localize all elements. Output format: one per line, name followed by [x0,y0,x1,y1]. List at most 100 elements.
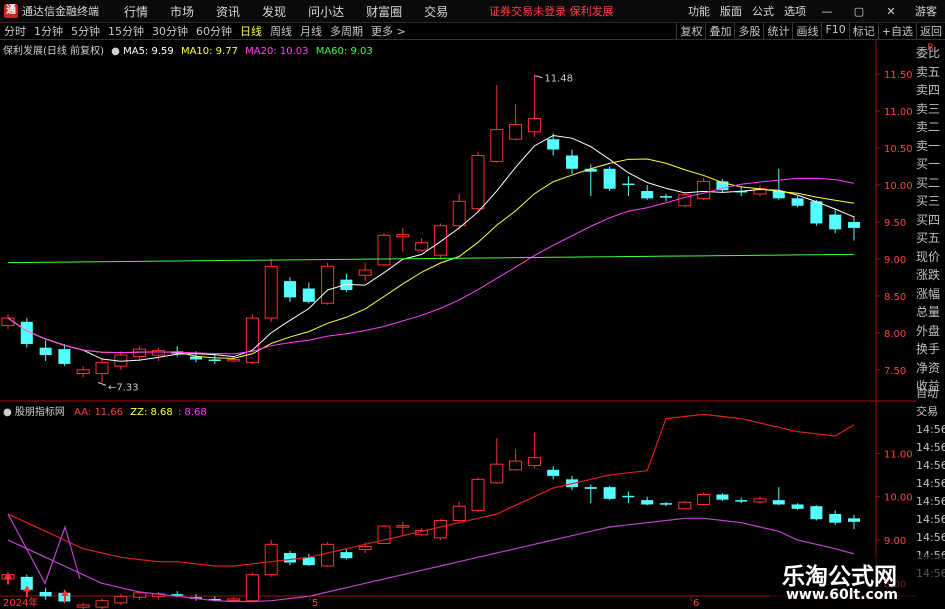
tool-back[interactable]: 返回 [916,23,945,39]
menu-item-wenxiaoda[interactable]: 问小达 [297,3,355,20]
period-15min[interactable]: 15分钟 [104,23,148,39]
title-bar: 通 通达信金融终端 行情 市场 资讯 发现 问小达 财富圈 交易 证券交易未登录… [0,0,945,23]
ind-candle [264,543,278,576]
period-5min[interactable]: 5分钟 [67,23,104,39]
tick-time: 14:56 [916,513,945,526]
quote-item[interactable]: 外盘 [916,322,945,341]
close-icon[interactable]: ✕ [875,5,907,18]
period-1min[interactable]: 1分钟 [30,23,67,39]
indicator-name[interactable]: 股朋指标网 [15,407,65,418]
tool-f10[interactable]: F10 [821,23,848,39]
stock-name[interactable]: 保利发展(日线 前复权) [3,46,104,57]
menu-item-zixun[interactable]: 资讯 [205,3,251,20]
menu-item-caifuquan[interactable]: 财富圈 [355,3,413,20]
tool-huaxian[interactable]: 画线 [792,23,821,39]
restore-icon[interactable]: ▢ [843,5,875,18]
tick-time: 交易 [916,405,938,418]
quote-item[interactable]: 现价 [916,248,945,267]
trade-ticks: 自动交易14:5614:5614:5614:5614:5614:5614:561… [916,385,945,583]
ind-candle [433,520,447,539]
quote-item[interactable]: 卖二 [916,118,945,137]
price-tick-label: 7.50 [884,366,906,377]
tool-add-watchlist[interactable]: +自选 [877,23,916,39]
quote-item[interactable]: 卖四 [916,81,945,100]
quote-item[interactable]: 涨幅 [916,285,945,304]
buy-arrow-icon [61,589,69,602]
quote-item[interactable]: 买五 [916,229,945,248]
ind-candle [151,593,165,597]
quote-item[interactable]: 买二 [916,174,945,193]
price-tick-label: 10.00 [884,181,913,192]
high-label: 11.48 [544,74,573,85]
menu-item-gongshi[interactable]: 公式 [747,3,779,19]
ind-candle [848,518,860,522]
ind-candle [358,546,372,551]
quote-item[interactable]: 买三 [916,192,945,211]
quote-item[interactable]: 涨跌 [916,266,945,285]
ind-candle [208,598,221,601]
quote-item[interactable]: 卖一 [916,137,945,156]
main-candle [171,351,184,354]
menu-item-hangqing[interactable]: 行情 [113,3,159,20]
menu-item-shichang[interactable]: 市场 [159,3,205,20]
indicator-legend: ● 股朋指标网 AA: 11.66 ZZ: 8.68 : 8.68 [3,403,207,418]
ind-candle [245,574,259,602]
main-candle [452,200,466,227]
quote-item[interactable]: 总量 [916,303,945,322]
main-candle [39,347,52,356]
quote-item[interactable]: 净资 [916,359,945,378]
period-daily[interactable]: 日线 [236,23,266,39]
login-notice[interactable]: 证券交易未登录 保利发展 [489,3,614,19]
period-60min[interactable]: 60分钟 [192,23,236,39]
ma60-line [7,253,855,264]
period-monthly[interactable]: 月线 [296,23,326,39]
ind-candle [415,529,429,536]
ind-candle [321,543,335,567]
period-30min[interactable]: 30分钟 [148,23,192,39]
tick-time: 自动 [916,387,938,400]
quote-item[interactable]: 委比 [916,44,945,63]
quote-item[interactable]: 买四 [916,211,945,230]
tool-biaoji[interactable]: 标记 [848,23,878,39]
menu-item-gongneng[interactable]: 功能 [683,3,715,19]
quote-item[interactable]: 换手 [916,340,945,359]
ind-candle [39,592,52,597]
menu-item-banmian[interactable]: 版面 [715,3,747,19]
tool-fuquan[interactable]: 复权 [676,23,705,39]
period-fenshi[interactable]: 分时 [0,23,30,39]
menu-item-xuanxiang[interactable]: 选项 [779,3,811,19]
guest-label[interactable]: 游客 [907,3,945,19]
x-axis-label: 5 [312,598,318,609]
menu-item-jiaoyi[interactable]: 交易 [413,3,459,20]
ma10-line [7,158,855,359]
kline-chart[interactable]: 11.48 ←7.33 11.50 11.00 10.50 10.00 9.50 9.00 8… [0,0,945,609]
quote-item[interactable]: 卖三 [916,100,945,119]
period-weekly[interactable]: 周线 [266,23,296,39]
main-candle [133,348,147,358]
period-multi[interactable]: 多周期 [326,23,367,39]
ind-candle [340,552,353,559]
legend-dot-icon: ● [111,46,120,57]
quote-item[interactable]: 买一 [916,155,945,174]
tool-diejia[interactable]: 叠加 [705,23,734,39]
minimize-icon[interactable]: — [811,5,843,18]
main-candle [678,194,692,207]
ind-candle [735,500,748,502]
ind-candle [660,503,672,505]
tool-duogu[interactable]: 多股 [734,23,763,39]
main-candle [660,196,672,198]
buy-arrow-icon [23,585,31,598]
period-toolbar: 分时 1分钟 5分钟 15分钟 30分钟 60分钟 日线 周线 月线 多周期 更… [0,23,945,40]
main-candle [490,129,504,162]
ind-candle [1,574,15,580]
quote-item[interactable]: 卖五 [916,63,945,82]
main-candle [547,139,560,150]
ind-tick-label: 11.00 [884,449,913,460]
ind-candle [566,479,578,488]
tool-tongji[interactable]: 统计 [763,23,792,39]
menu-item-faxian[interactable]: 发现 [251,3,297,20]
period-more[interactable]: 更多 > [367,23,410,39]
price-tick-label: 10.50 [884,144,913,155]
ma20-line [7,177,855,355]
ind-candle [810,506,823,520]
